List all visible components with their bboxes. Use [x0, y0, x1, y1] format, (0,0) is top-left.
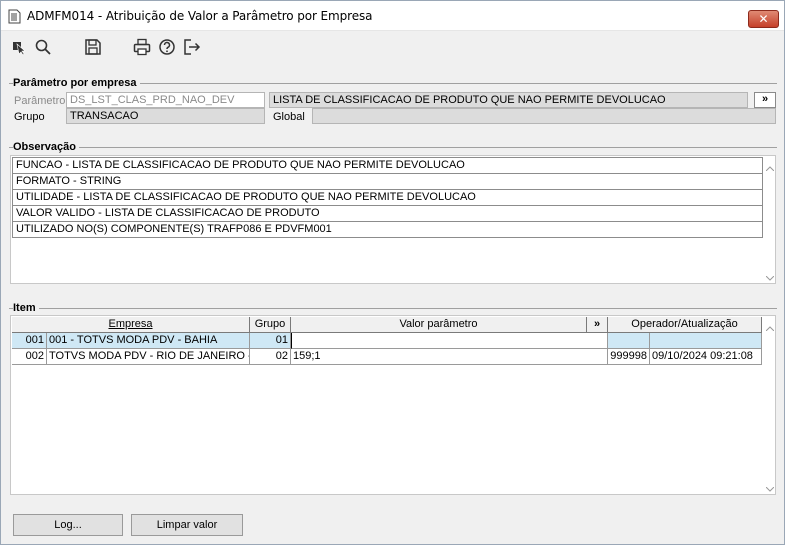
observacao-line: VALOR VALIDO - LISTA DE CLASSIFICACAO DE…	[12, 205, 763, 222]
parametro-input[interactable]: DS_LST_CLAS_PRD_NAO_DEV	[66, 92, 265, 108]
row-operador: 999998	[608, 349, 650, 365]
exit-icon[interactable]	[183, 38, 201, 56]
row-empresa: 001 - TOTVS MODA PDV - BAHIA	[47, 333, 250, 349]
scroll-down-icon[interactable]	[765, 483, 775, 495]
row-data: 09/10/2024 09:21:08	[650, 349, 762, 365]
limpar-valor-button[interactable]: Limpar valor	[131, 514, 243, 536]
observacao-line: FORMATO - STRING	[12, 173, 763, 190]
print-icon[interactable]	[133, 38, 151, 56]
row-grupo: 01	[250, 333, 291, 349]
global-field	[312, 108, 776, 124]
log-button[interactable]: Log...	[13, 514, 123, 536]
close-button[interactable]: ✕	[748, 10, 779, 28]
observacao-line: UTILIDADE - LISTA DE CLASSIFICACAO DE PR…	[12, 189, 763, 206]
select-arrow-icon[interactable]	[11, 38, 29, 56]
grupo-field: TRANSACAO	[66, 108, 265, 124]
search-icon[interactable]	[34, 38, 52, 56]
group-divider	[9, 308, 777, 309]
row-code: 001	[12, 333, 47, 349]
title-bar: ADMFM014 - Atribuição de Valor a Parâmet…	[1, 1, 784, 31]
observacao-line: UTILIZADO NO(S) COMPONENTE(S) TRAFP086 E…	[12, 221, 763, 238]
scroll-down-icon[interactable]	[765, 272, 775, 284]
scroll-up-icon[interactable]	[765, 162, 775, 174]
parametro-description: LISTA DE CLASSIFICACAO DE PRODUTO QUE NA…	[269, 92, 748, 108]
observacao-group-title: Observação	[13, 141, 79, 153]
row-valor-input[interactable]	[291, 333, 608, 349]
item-grid: Empresa Grupo Valor parâmetro » Operador…	[10, 315, 776, 495]
document-icon	[8, 9, 21, 27]
column-header-valor[interactable]: Valor parâmetro	[291, 317, 587, 333]
global-label: Global	[273, 111, 305, 123]
row-code: 002	[12, 349, 47, 365]
save-icon[interactable]	[84, 38, 102, 56]
column-header-operador[interactable]: Operador/Atualização	[608, 317, 762, 333]
row-grupo: 02	[250, 349, 291, 365]
scroll-up-icon[interactable]	[765, 322, 775, 334]
observacao-panel: FUNCAO - LISTA DE CLASSIFICACAO DE PRODU…	[10, 155, 776, 284]
valor-more-button[interactable]: »	[587, 317, 608, 333]
row-empresa: TOTVS MODA PDV - RIO DE JANEIRO - N	[47, 349, 250, 365]
row-data	[650, 333, 762, 349]
row-valor[interactable]: 159;1	[291, 349, 608, 365]
item-scrollbar[interactable]	[763, 316, 776, 494]
help-icon[interactable]	[158, 38, 176, 56]
column-header-grupo[interactable]: Grupo	[250, 317, 291, 333]
group-divider	[9, 147, 777, 148]
column-header-empresa[interactable]: Empresa	[12, 317, 250, 333]
observacao-line: FUNCAO - LISTA DE CLASSIFICACAO DE PRODU…	[12, 157, 763, 174]
grupo-label: Grupo	[14, 111, 45, 123]
parametro-label: Parâmetro	[14, 95, 66, 107]
toolbar	[1, 32, 784, 64]
item-group-title: Item	[13, 302, 39, 314]
window-title: ADMFM014 - Atribuição de Valor a Parâmet…	[27, 9, 373, 23]
observacao-scrollbar[interactable]	[763, 156, 776, 283]
main-window: ADMFM014 - Atribuição de Valor a Parâmet…	[0, 0, 785, 545]
parametro-group-title: Parâmetro por empresa	[13, 77, 140, 89]
row-operador	[608, 333, 650, 349]
parametro-more-button[interactable]: »	[754, 92, 776, 108]
